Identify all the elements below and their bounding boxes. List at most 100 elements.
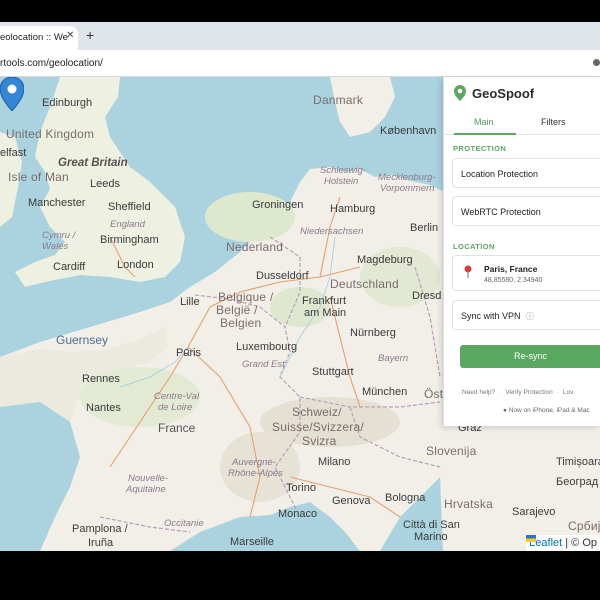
map-label-sarajevo: Sarajevo <box>512 506 556 518</box>
map-pin-icon[interactable] <box>0 77 24 111</box>
map-label-centre-val: Centre-Val <box>154 391 200 402</box>
map-label-munchen: München <box>362 386 408 398</box>
map-label-hrvatska: Hrvatska <box>444 497 493 511</box>
map-label-isle-of-man: Isle of Man <box>8 170 69 184</box>
map-label-occitanie: Occitanie <box>164 518 204 529</box>
extension-icon[interactable] <box>593 59 600 66</box>
map-label-edinburgh: Edinburgh <box>42 97 93 109</box>
map-label-cardiff: Cardiff <box>53 261 86 273</box>
location-name: Paris, France <box>484 264 538 274</box>
close-icon[interactable]: ✕ <box>66 30 74 41</box>
love-link[interactable]: Lov <box>563 389 573 396</box>
red-pin-icon <box>464 265 472 278</box>
webrtc-protection-toggle[interactable]: WebRTC Protection <box>452 196 600 226</box>
map-label-grand-est: Grand Est <box>242 359 285 370</box>
map-label-groningen: Groningen <box>252 199 304 211</box>
tab-title: eolocation :: We <box>0 32 68 43</box>
attribution-text: | © Op <box>565 537 597 549</box>
location-heading: LOCATION <box>453 242 495 251</box>
map-label-mecklenburg: Mecklenburg- <box>378 172 436 183</box>
map-label-slovenija: Slovenija <box>426 444 477 458</box>
map-label-sheffield: Sheffield <box>108 201 151 213</box>
resync-button[interactable]: Re-sync <box>460 345 600 368</box>
map-label-auvergne: Auvergne- <box>232 457 276 468</box>
map-label-iruna: Iruña <box>88 537 114 549</box>
map-label-torino: Torino <box>286 482 316 494</box>
map-label-dusseldorf: Dusseldorf <box>256 270 309 282</box>
map-label-timisoara: Timișoara <box>556 456 600 468</box>
map-label-bologna: Bologna <box>385 492 426 504</box>
map-label-magdeburg: Magdeburg <box>357 254 413 266</box>
browser-tab[interactable]: eolocation :: We ✕ <box>0 26 78 50</box>
protection-heading: PROTECTION <box>453 144 507 153</box>
map-label-am-main: am Main <box>304 307 347 319</box>
map-label-nouvelle: Nouvelle- <box>128 473 169 484</box>
map-label-milano: Milano <box>318 456 351 468</box>
map-label-genova: Genova <box>332 495 371 507</box>
map-label-marino: Marino <box>414 531 448 543</box>
map-label-monaco: Monaco <box>278 508 318 520</box>
url-text[interactable]: rtools.com/geolocation/ <box>0 58 103 69</box>
map-label-vorpommern: Vorpommern <box>380 183 435 194</box>
info-icon[interactable]: ⓘ <box>526 312 534 321</box>
sync-vpn-toggle[interactable]: Sync with VPN ⓘ <box>452 300 600 330</box>
map-label-england: England <box>110 219 145 230</box>
map-label-srbija: Србија <box>568 519 600 533</box>
map-label-berlin: Berlin <box>410 222 439 234</box>
map-label-holstein: Holstein <box>324 176 359 187</box>
map-label-luxembourg: Luxembourg <box>236 341 298 353</box>
map-label-beograd: Београд <box>556 476 599 488</box>
map-label-rhone-alpes: Rhône-Alpes <box>228 468 283 479</box>
tab-filters[interactable]: Filters <box>541 117 566 127</box>
browser-tab-bar: eolocation :: We ✕ + <box>0 22 600 50</box>
map-label-de-loire: de Loire <box>158 402 193 413</box>
paris-city-dot <box>184 349 189 354</box>
location-protection-toggle[interactable]: Location Protection <box>452 158 600 188</box>
map-label-guernsey: Guernsey <box>56 333 109 347</box>
map-label-london: London <box>117 259 154 271</box>
map-label-belgie: België / <box>216 303 258 317</box>
map-label-nurnberg: Nürnberg <box>350 327 396 339</box>
map-label-dresden: Dresd <box>412 290 442 302</box>
panel-tabs: Main Filters <box>444 113 600 135</box>
location-pin-icon <box>454 85 466 101</box>
map-label-bayern: Bayern <box>378 353 409 364</box>
footer-note-text: Now on iPhone, iPad & Mac <box>508 407 590 414</box>
map-label-svizra: Svizra <box>302 434 337 448</box>
map-label-rennes: Rennes <box>82 373 120 385</box>
separator: · <box>556 389 559 396</box>
need-help-link[interactable]: Need help? <box>462 389 495 396</box>
location-protection-label: Location Protection <box>461 169 539 179</box>
map-label-niedersachsen: Niedersachsen <box>300 226 364 237</box>
webrtc-protection-label: WebRTC Protection <box>461 207 541 217</box>
map-label-suisse: Suisse/Svizzera/ <box>272 420 364 434</box>
footer-links: Need help? · Verify Protection · Lov <box>462 389 573 396</box>
map-label-schleswig: Schleswig- <box>320 165 366 176</box>
map-label-cymru: Cymru / <box>42 230 76 241</box>
map-label-belfast: elfast <box>0 147 27 159</box>
map-label-lille: Lille <box>180 296 200 308</box>
separator: · <box>499 389 502 396</box>
map-label-schweiz: Schweiz/ <box>292 405 342 419</box>
map-label-kobenhavn: København <box>380 125 437 137</box>
screen: eolocation :: We ✕ + rtools.com/geolocat… <box>0 0 600 600</box>
map-label-citta: Città di San <box>403 519 460 531</box>
map-label-stuttgart: Stuttgart <box>312 366 354 378</box>
map-label-danmark: Danmark <box>313 93 364 107</box>
verify-protection-link[interactable]: Verify Protection <box>505 389 552 396</box>
new-tab-button[interactable]: + <box>86 28 94 42</box>
map-label-united-kingdom: United Kingdom <box>6 127 95 141</box>
map-label-great-britain: Great Britain <box>58 157 128 169</box>
geospoof-panel: GeoSpoof Main Filters PROTECTION Locatio… <box>443 77 600 426</box>
active-tab-indicator <box>454 133 516 135</box>
map-label-wales: Wales <box>42 241 69 252</box>
map-label-nantes: Nantes <box>86 402 121 414</box>
brand: GeoSpoof <box>454 85 534 101</box>
location-card[interactable]: Paris, France 48.85580, 2.34940 <box>452 255 600 291</box>
address-bar[interactable]: rtools.com/geolocation/ <box>0 50 600 77</box>
map-label-birmingham: Birmingham <box>100 234 159 246</box>
map-label-leeds: Leeds <box>90 178 120 190</box>
map-attribution: Leaflet | © Op <box>526 535 600 551</box>
tab-main[interactable]: Main <box>474 117 494 127</box>
map-label-aquitaine: Aquitaine <box>126 484 166 495</box>
